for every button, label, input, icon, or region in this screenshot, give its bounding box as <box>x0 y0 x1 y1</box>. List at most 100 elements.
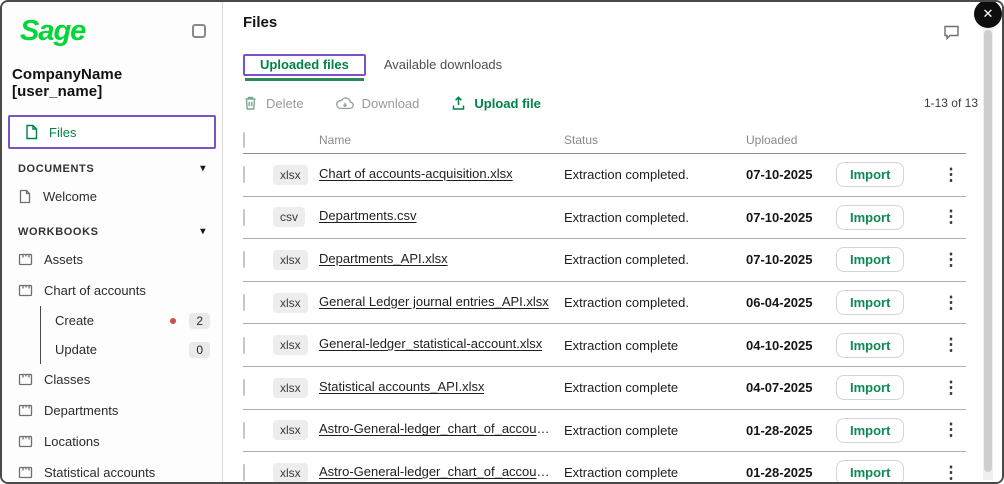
feedback-bubble-icon[interactable] <box>943 24 962 41</box>
file-name-link[interactable]: Astro-General-ledger_chart_of_account.xl… <box>319 421 554 436</box>
kebab-menu-icon[interactable]: ⋮ <box>943 466 960 480</box>
file-name-link[interactable]: General-ledger_statistical-account.xlsx <box>319 336 542 351</box>
upload-icon <box>451 95 466 111</box>
sidebar-item[interactable]: Statistical accounts <box>2 457 222 484</box>
uploaded-date: 06-04-2025 <box>746 295 836 310</box>
chevron-down-icon[interactable]: ▾ <box>200 164 206 174</box>
count-badge: 0 <box>189 342 210 358</box>
workbook-icon <box>18 373 33 386</box>
close-button[interactable]: ✕ <box>974 0 1002 28</box>
sidebar-item[interactable]: Departments <box>2 395 222 426</box>
kebab-menu-icon[interactable]: ⋮ <box>943 210 960 224</box>
delete-label: Delete <box>266 96 304 111</box>
kebab-menu-icon[interactable]: ⋮ <box>943 296 960 310</box>
kebab-menu-icon[interactable]: ⋮ <box>943 168 960 182</box>
import-button[interactable]: Import <box>836 205 904 230</box>
workbook-icon <box>18 253 33 266</box>
import-button[interactable]: Import <box>836 375 904 400</box>
kebab-menu-icon[interactable]: ⋮ <box>943 253 960 267</box>
document-icon <box>18 189 32 204</box>
uploaded-date: 07-10-2025 <box>746 252 836 267</box>
column-header-uploaded[interactable]: Uploaded <box>746 133 836 147</box>
row-checkbox[interactable] <box>243 379 245 396</box>
file-type-chip: xlsx <box>273 165 308 185</box>
workbook-icon <box>18 435 33 448</box>
pagination-range: 1-13 of 13 <box>924 96 978 110</box>
chevron-down-icon[interactable]: ▾ <box>200 227 206 237</box>
column-header-status[interactable]: Status <box>564 133 746 147</box>
sidebar-item-label: Files <box>49 125 76 140</box>
unread-dot <box>170 318 176 324</box>
row-checkbox[interactable] <box>243 166 245 183</box>
file-name-link[interactable]: Astro-General-ledger_chart_of_account.xl… <box>319 464 554 479</box>
row-checkbox[interactable] <box>243 464 245 481</box>
company-name: CompanyName [user_name] <box>2 66 222 100</box>
file-name-link[interactable]: Departments.csv <box>319 208 417 223</box>
kebab-menu-icon[interactable]: ⋮ <box>943 338 960 352</box>
table-header-row: Name Status Uploaded <box>243 127 966 154</box>
row-checkbox[interactable] <box>243 337 245 354</box>
sidebar-subitem[interactable]: Create 2 <box>40 306 222 335</box>
import-button[interactable]: Import <box>836 290 904 315</box>
import-button[interactable]: Import <box>836 333 904 358</box>
status-text: Extraction completed. <box>564 167 746 182</box>
import-button[interactable]: Import <box>836 247 904 272</box>
sidebar-item[interactable]: Welcome <box>2 181 222 212</box>
file-type-chip: xlsx <box>273 378 308 398</box>
status-text: Extraction completed. <box>564 210 746 225</box>
sidebar-section: WORKBOOKS ▾ Assets Chart of accounts Cre… <box>2 212 222 484</box>
tab-uploaded-files[interactable]: Uploaded files <box>245 50 364 81</box>
file-name-link[interactable]: General Ledger journal entries_API.xlsx <box>319 294 549 309</box>
uploaded-date: 01-28-2025 <box>746 465 836 480</box>
file-name-link[interactable]: Departments_API.xlsx <box>319 251 448 266</box>
sidebar-item-label: Welcome <box>43 189 97 204</box>
sidebar-section: DOCUMENTS ▾ Welcome <box>2 149 222 212</box>
sidebar-item[interactable]: Chart of accounts <box>2 275 222 306</box>
file-name-link[interactable]: Chart of accounts-acquisition.xlsx <box>319 166 513 181</box>
kebab-menu-icon[interactable]: ⋮ <box>943 423 960 437</box>
upload-file-button[interactable]: Upload file <box>451 95 540 111</box>
table-row: xlsx Astro-General-ledger_chart_of_accou… <box>243 452 966 484</box>
workbook-icon <box>18 404 33 417</box>
column-header-name[interactable]: Name <box>319 133 564 147</box>
sidebar-subitem-label: Update <box>55 342 97 357</box>
file-icon <box>24 124 39 140</box>
row-checkbox[interactable] <box>243 294 245 311</box>
kebab-menu-icon[interactable]: ⋮ <box>943 381 960 395</box>
row-checkbox[interactable] <box>243 209 245 226</box>
delete-button[interactable]: Delete <box>243 95 304 111</box>
sidebar-item[interactable]: Locations <box>2 426 222 457</box>
uploaded-date: 07-10-2025 <box>746 210 836 225</box>
table-row: xlsx General-ledger_statistical-account.… <box>243 324 966 367</box>
section-header[interactable]: WORKBOOKS ▾ <box>2 212 222 244</box>
section-items: Assets Chart of accounts Create 2 Update… <box>2 244 222 484</box>
row-checkbox[interactable] <box>243 251 245 268</box>
scrollbar-thumb[interactable] <box>984 30 992 472</box>
file-type-chip: xlsx <box>273 250 308 270</box>
files-table: Name Status Uploaded xlsx Chart of accou… <box>243 127 966 484</box>
tab-available-downloads[interactable]: Available downloads <box>378 50 508 79</box>
sidebar-subitem[interactable]: Update 0 <box>40 335 222 364</box>
file-type-chip: xlsx <box>273 335 308 355</box>
scrollbar-track[interactable] <box>983 4 993 480</box>
table-row: xlsx Statistical accounts_API.xlsx Extra… <box>243 367 966 410</box>
sidebar-item-files[interactable]: Files <box>8 115 216 149</box>
sidebar-subitem-label: Create <box>55 313 94 328</box>
sidebar-item-label: Chart of accounts <box>44 283 146 298</box>
file-name-link[interactable]: Statistical accounts_API.xlsx <box>319 379 484 394</box>
sidebar-item[interactable]: Assets <box>2 244 222 275</box>
import-button[interactable]: Import <box>836 418 904 443</box>
section-header[interactable]: DOCUMENTS ▾ <box>2 149 222 181</box>
import-button[interactable]: Import <box>836 162 904 187</box>
sidebar-item[interactable]: Classes <box>2 364 222 395</box>
download-button[interactable]: Download <box>336 96 420 111</box>
row-checkbox[interactable] <box>243 422 245 439</box>
import-button[interactable]: Import <box>836 460 904 484</box>
select-all-checkbox[interactable] <box>243 132 245 148</box>
section-items: Welcome <box>2 181 222 212</box>
uploaded-date: 07-10-2025 <box>746 167 836 182</box>
sidebar-collapse-icon[interactable] <box>192 24 206 38</box>
status-text: Extraction complete <box>564 465 746 480</box>
table-row: csv Departments.csv Extraction completed… <box>243 197 966 240</box>
uploaded-date: 04-07-2025 <box>746 380 836 395</box>
